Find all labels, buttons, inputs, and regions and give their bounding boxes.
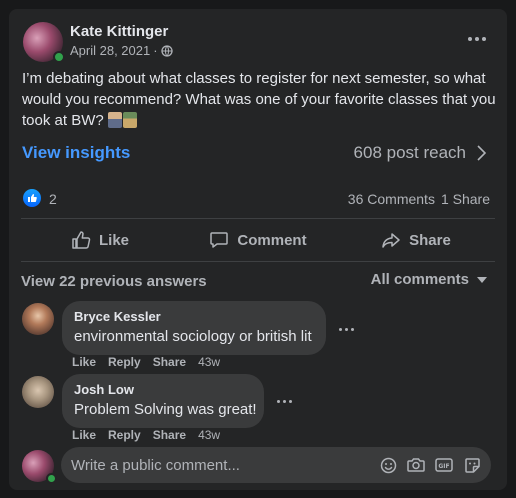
current-user-avatar[interactable] — [22, 450, 57, 484]
chevron-right-icon — [477, 145, 486, 161]
comment-text: environmental sociology or british lit — [74, 328, 312, 345]
comment-actions: Like Reply Share 43w — [72, 428, 220, 442]
like-button[interactable]: Like — [21, 223, 179, 257]
comment-composer: GIF — [61, 447, 491, 483]
action-bar: Like Comment Share — [21, 223, 495, 257]
comment-bubble: Josh Low Problem Solving was great! — [62, 374, 264, 428]
comment-count[interactable]: 36 Comments — [348, 191, 435, 207]
share-button[interactable]: Share — [337, 223, 495, 257]
post-body: I’m debating about what classes to regis… — [22, 68, 496, 131]
author-name[interactable]: Kate Kittinger — [70, 23, 168, 40]
like-reaction-icon[interactable] — [23, 189, 41, 207]
comment-timestamp[interactable]: 43w — [198, 355, 220, 369]
emoji-icon[interactable] — [379, 456, 397, 474]
commenter-name[interactable]: Bryce Kessler — [74, 309, 314, 325]
divider — [21, 261, 495, 262]
commenter-avatar[interactable] — [22, 303, 54, 335]
dot-icon — [350, 327, 354, 331]
view-insights-link[interactable]: View insights — [22, 143, 130, 163]
online-status-dot — [46, 473, 57, 484]
comment-input[interactable] — [71, 447, 371, 483]
comment-icon — [210, 232, 229, 248]
comment-actions: Like Reply Share 43w — [72, 355, 220, 369]
online-status-dot — [53, 51, 65, 63]
dot-icon — [288, 399, 292, 403]
comment-label: Comment — [237, 231, 307, 249]
comment-bubble: Bryce Kessler environmental sociology or… — [62, 301, 326, 355]
comment-like-button[interactable]: Like — [72, 428, 96, 442]
comment-like-button[interactable]: Like — [72, 355, 96, 369]
comment-filter-label: All comments — [370, 271, 469, 288]
like-label: Like — [98, 231, 129, 249]
dot-icon — [468, 37, 472, 41]
comment-reply-button[interactable]: Reply — [108, 355, 141, 369]
post-card: Kate Kittinger April 28, 2021 · I’m deba… — [9, 9, 507, 490]
engagement-counts: 36 Comments 1 Share — [348, 191, 490, 207]
dot-icon — [282, 399, 286, 403]
comment-button[interactable]: Comment — [179, 223, 337, 257]
share-icon — [382, 233, 400, 248]
comment-options-button[interactable] — [336, 323, 356, 335]
gif-icon[interactable]: GIF — [435, 456, 453, 474]
post-options-button[interactable] — [463, 29, 491, 49]
view-previous-comments-link[interactable]: View 22 previous answers — [21, 273, 207, 290]
teacher-emoji-icon — [122, 112, 137, 128]
comment-reply-button[interactable]: Reply — [108, 428, 141, 442]
author-avatar[interactable] — [23, 22, 65, 63]
share-label: Share — [409, 231, 451, 249]
caret-down-icon — [477, 276, 487, 283]
comment-options-button[interactable] — [274, 395, 294, 407]
student-emoji-icon — [107, 112, 122, 128]
comment-timestamp[interactable]: 43w — [198, 428, 220, 442]
post-meta: April 28, 2021 · — [70, 43, 173, 58]
post-text: I’m debating about what classes to regis… — [22, 70, 496, 129]
dot-icon — [482, 37, 486, 41]
dot-icon — [338, 327, 342, 331]
share-count[interactable]: 1 Share — [441, 191, 490, 207]
comment-share-button[interactable]: Share — [153, 428, 186, 442]
dot-icon — [344, 327, 348, 331]
globe-icon[interactable] — [160, 44, 173, 57]
divider — [21, 218, 495, 219]
comment-filter-dropdown[interactable]: All comments — [371, 271, 487, 288]
post-reach[interactable]: 608 post reach — [354, 143, 486, 163]
thumbs-up-icon — [72, 231, 91, 249]
comment-text: Problem Solving was great! — [74, 401, 257, 418]
comment-share-button[interactable]: Share — [153, 355, 186, 369]
post-reach-text: 608 post reach — [353, 143, 466, 162]
post-date[interactable]: April 28, 2021 — [70, 43, 150, 58]
commenter-name[interactable]: Josh Low — [74, 382, 252, 398]
dot-icon — [475, 37, 479, 41]
dot-icon — [276, 399, 280, 403]
camera-icon[interactable] — [407, 456, 425, 474]
commenter-avatar[interactable] — [22, 376, 54, 408]
reaction-count[interactable]: 2 — [49, 191, 57, 207]
svg-text:GIF: GIF — [438, 463, 449, 470]
sticker-icon[interactable] — [463, 456, 481, 474]
meta-separator: · — [153, 43, 158, 58]
